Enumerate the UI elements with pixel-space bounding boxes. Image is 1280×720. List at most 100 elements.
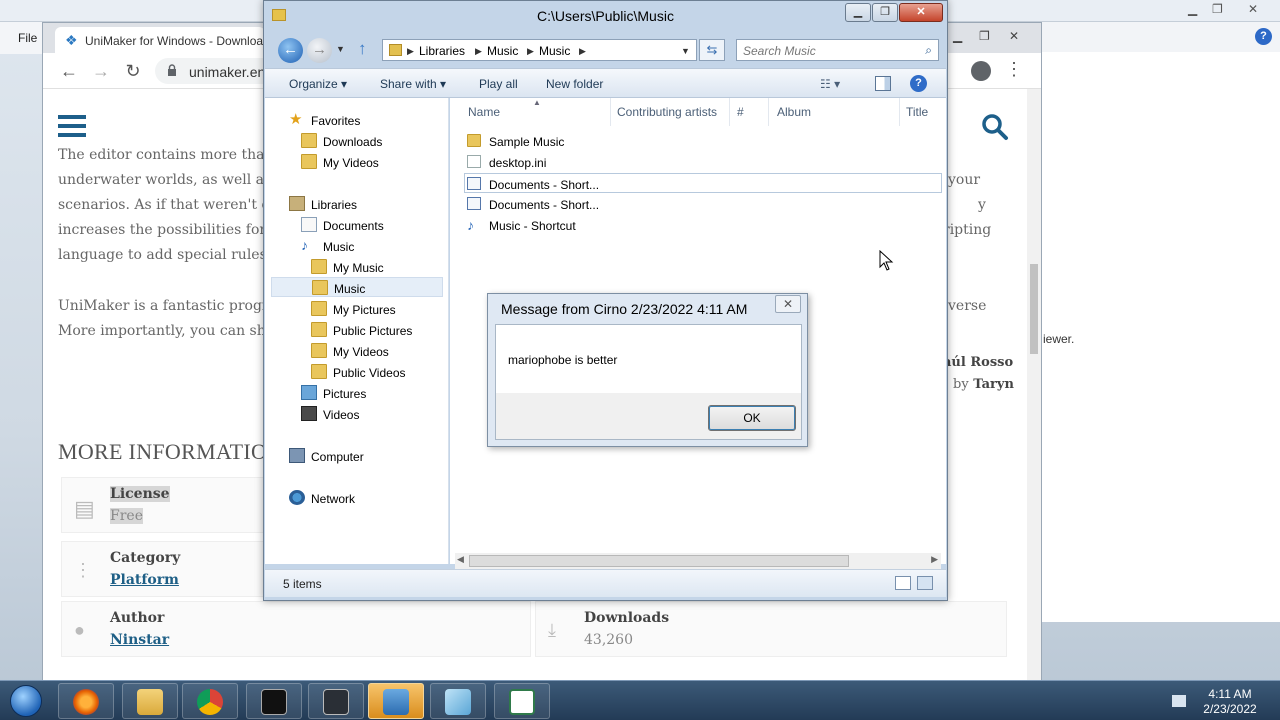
dialog-title: Message from Cirno 2/23/2022 4:11 AM — [501, 301, 748, 317]
dialog-close-button[interactable]: ✕ — [775, 295, 801, 313]
column-name[interactable]: Name — [468, 105, 500, 119]
share-with-button[interactable]: Share with ▾ — [380, 77, 446, 91]
back-button[interactable]: ← — [278, 38, 303, 63]
column-divider[interactable] — [768, 98, 769, 126]
up-arrow-icon[interactable]: ↑ — [358, 39, 367, 59]
column-title[interactable]: Title — [906, 105, 928, 119]
taskbar-firefox[interactable] — [58, 683, 114, 719]
taskbar-notes[interactable] — [430, 683, 486, 719]
file-menu-label[interactable]: File — [18, 31, 37, 45]
breadcrumb-separator-icon[interactable]: ▶ — [407, 46, 414, 57]
documents-icon — [301, 217, 317, 232]
browser-menu-icon[interactable]: ⋮ — [1005, 59, 1023, 80]
shortcut-icon — [467, 177, 481, 190]
taskbar-clock[interactable]: 4:11 AM 2/23/2022 — [1190, 687, 1270, 717]
breadcrumb-music-1[interactable]: Music — [487, 44, 518, 58]
nav-label: Music — [334, 282, 366, 296]
address-bar[interactable]: unimaker.en — [155, 58, 275, 84]
file-row-focused[interactable]: Documents - Short... — [464, 173, 942, 193]
recent-pages-chevron-icon[interactable]: ▼ — [336, 44, 345, 54]
organize-button[interactable]: Organize ▾ — [289, 77, 347, 91]
settings-file-icon — [467, 155, 481, 168]
page-scrollbar-thumb[interactable] — [1030, 264, 1038, 354]
breadcrumb-music-2[interactable]: Music — [539, 44, 570, 58]
search-music-input[interactable]: Search Music ⌕ — [736, 39, 939, 61]
network-tray-icon[interactable] — [1172, 695, 1186, 707]
license-key: License — [110, 486, 170, 502]
nav-label: Libraries — [311, 198, 358, 212]
breadcrumb-separator-icon[interactable]: ▶ — [475, 46, 482, 57]
minimize-button[interactable]: ▁ — [845, 3, 871, 22]
site-search-icon[interactable] — [981, 113, 1009, 141]
credit-name[interactable]: Taryn — [973, 377, 1014, 392]
browser-close-icon[interactable]: ✕ — [1009, 29, 1019, 43]
sort-ascending-icon: ▲ — [533, 98, 541, 107]
details-view-icon[interactable] — [895, 576, 911, 590]
taskbar-command-prompt[interactable] — [246, 683, 302, 719]
column-album[interactable]: Album — [777, 105, 811, 119]
explorer-titlebar[interactable]: C:\Users\Public\Music ▁ ❐ ✕ — [264, 1, 947, 31]
download-arrow-icon: ⤓ — [548, 620, 556, 640]
search-magnifier-icon[interactable]: ⌕ — [925, 43, 932, 58]
forward-button[interactable]: → — [307, 38, 332, 63]
bg-close-icon[interactable]: ✕ — [1248, 2, 1258, 16]
taskbar-app[interactable] — [308, 683, 364, 719]
help-icon[interactable]: ? — [1255, 28, 1272, 45]
shortcut-icon — [467, 197, 481, 210]
address-breadcrumb[interactable]: ▶ Libraries ▶ Music ▶ Music ▶ ▼ — [382, 39, 697, 61]
clock-date: 2/23/2022 — [1203, 702, 1257, 716]
maximize-button[interactable]: ❐ — [872, 3, 898, 22]
credit-line-1: aúl Rosso — [943, 355, 1014, 370]
taskbar-active-app[interactable] — [368, 683, 424, 719]
ok-button[interactable]: OK — [708, 405, 796, 431]
browser-maximize-icon[interactable]: ❐ — [979, 29, 990, 43]
reload-icon[interactable]: ↻ — [121, 59, 145, 83]
explorer-help-icon[interactable]: ? — [910, 75, 927, 92]
bg-minimize-icon[interactable]: ▁ — [1188, 2, 1197, 16]
address-history-dropdown-icon[interactable]: ▼ — [681, 46, 690, 56]
play-all-button[interactable]: Play all — [479, 77, 518, 91]
preview-pane-icon[interactable] — [875, 76, 891, 91]
nav-music-selected[interactable]: Music — [271, 277, 443, 297]
view-options-icon[interactable]: ☷ ▾ — [820, 77, 840, 91]
description-line-2: underwater worlds, as well as — [58, 172, 272, 188]
taskbar-document[interactable] — [494, 683, 550, 719]
breadcrumb-libraries[interactable]: Libraries — [419, 44, 465, 58]
taskbar-explorer[interactable] — [122, 683, 178, 719]
column-number[interactable]: # — [737, 105, 744, 119]
horizontal-scrollbar-thumb[interactable] — [469, 555, 849, 567]
bg-maximize-icon[interactable]: ❐ — [1212, 2, 1223, 16]
column-divider[interactable] — [899, 98, 900, 126]
unimaker-favicon-icon: ❖ — [65, 32, 78, 48]
breadcrumb-separator-icon[interactable]: ▶ — [527, 46, 534, 57]
back-arrow-icon[interactable]: ← — [57, 59, 81, 83]
category-link[interactable]: Platform — [110, 572, 179, 588]
start-button[interactable] — [4, 682, 50, 720]
horizontal-scrollbar[interactable]: ◀ ▶ — [455, 553, 941, 569]
address-folder-icon — [389, 44, 402, 56]
page-scrollbar[interactable] — [1027, 89, 1041, 681]
clock-time: 4:11 AM — [1208, 687, 1252, 701]
new-folder-button[interactable]: New folder — [546, 77, 603, 91]
close-button[interactable]: ✕ — [899, 3, 943, 22]
author-link[interactable]: Ninstar — [110, 632, 169, 648]
downloads-folder-icon — [301, 133, 317, 148]
breadcrumb-separator-icon[interactable]: ▶ — [579, 46, 586, 57]
large-icons-view-icon[interactable] — [917, 576, 933, 590]
browser-minimize-icon[interactable]: ▁ — [953, 29, 962, 43]
column-divider[interactable] — [610, 98, 611, 126]
column-contributing-artists[interactable]: Contributing artists — [617, 105, 717, 119]
browser-tab[interactable]: ❖ UniMaker for Windows - Download — [55, 27, 265, 53]
scroll-right-icon[interactable]: ▶ — [931, 554, 938, 565]
scroll-left-icon[interactable]: ◀ — [457, 554, 464, 565]
taskbar-chrome[interactable] — [182, 683, 238, 719]
column-divider[interactable] — [729, 98, 730, 126]
file-explorer-icon — [137, 689, 163, 715]
refresh-button[interactable]: ⇆ — [699, 39, 725, 61]
lock-icon — [168, 64, 176, 76]
account-avatar-icon[interactable] — [971, 61, 991, 81]
background-file-menu[interactable]: File — [0, 22, 45, 54]
hamburger-menu-icon[interactable] — [58, 115, 86, 137]
forward-arrow-icon[interactable]: → — [89, 59, 113, 83]
dialog-message-area: mariophobe is better — [496, 325, 801, 393]
